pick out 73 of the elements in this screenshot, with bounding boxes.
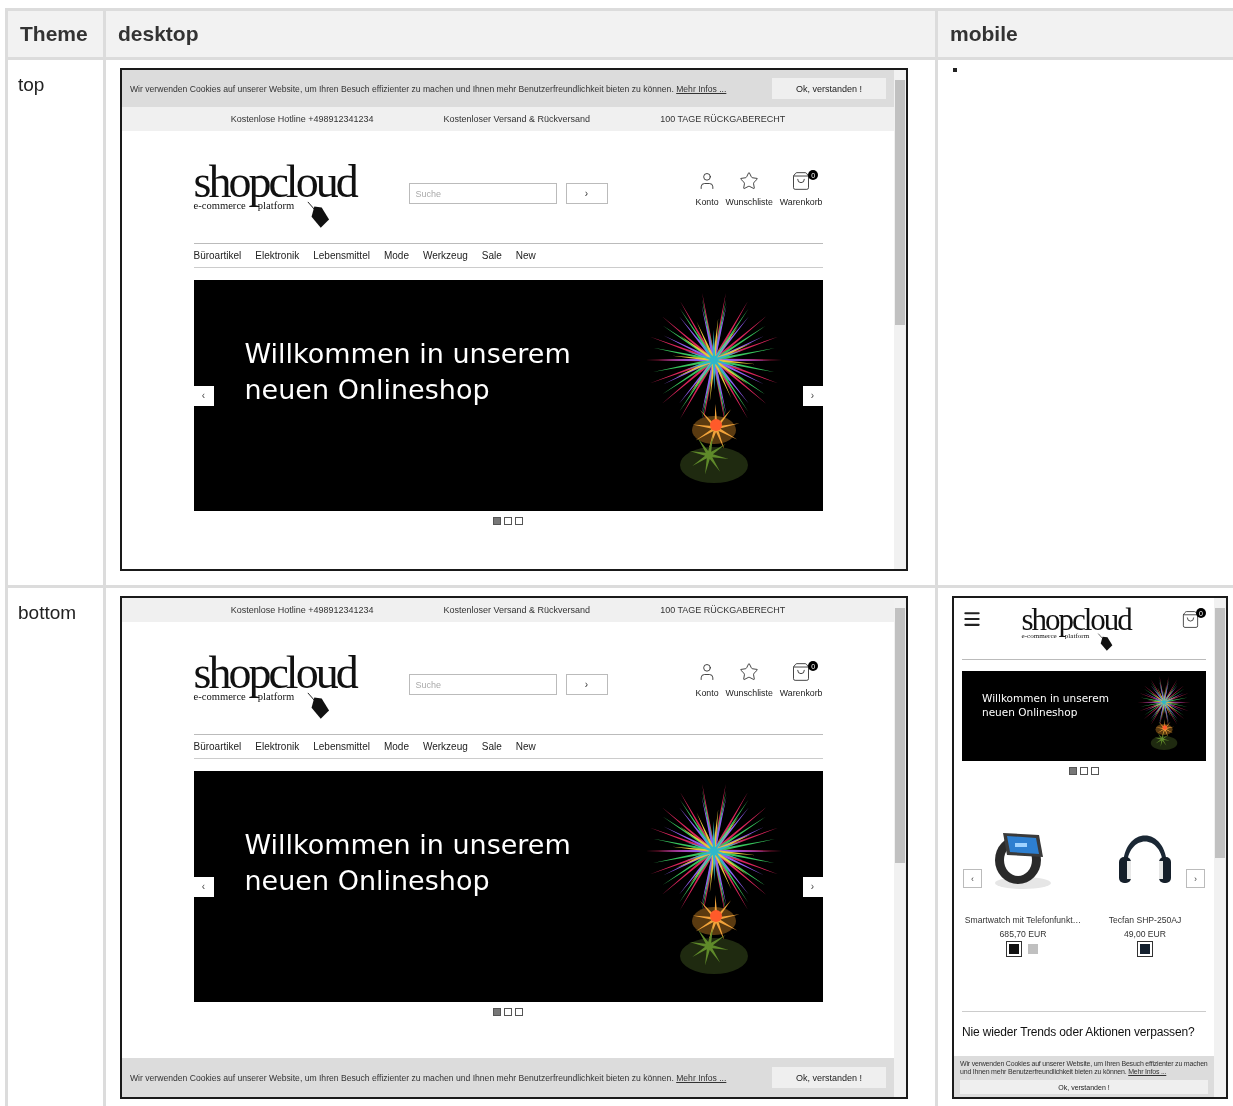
header-link[interactable]: Konto (695, 662, 719, 698)
newsletter-heading: Nie wieder Trends oder Aktionen verpassen? (962, 1025, 1195, 1039)
accept-cookies-button[interactable]: Ok, verstanden ! (772, 78, 886, 99)
cookie-notice-text: Wir verwenden Cookies auf unserer Website, um Ihren Besuch effizienter zu machen und Ihnen mehr Benutzerfreundlichkeit bieten zu können. Mehr Infos ... (130, 1072, 727, 1083)
shopping-bag-icon (791, 171, 812, 191)
color-swatch[interactable] (1006, 942, 1021, 956)
hero-headline: Willkommen in unserem (982, 692, 1109, 706)
nav-link[interactable]: Mode (383, 741, 409, 752)
search-button[interactable]: › (565, 674, 608, 695)
slide-indicator[interactable] (1091, 767, 1099, 775)
search-field[interactable]: Suche (408, 674, 557, 695)
info-text: 100 TAGE RÜCKGABERECHT (660, 605, 786, 615)
broken-image-icon (953, 68, 957, 72)
info-text: Kostenloser Versand & Rückversand (443, 605, 591, 615)
previous-slide-button[interactable]: ‹ (193, 385, 214, 406)
nav-link[interactable]: Lebensmittel (313, 741, 370, 752)
next-product-button[interactable]: › (1186, 869, 1205, 888)
previous-slide-button[interactable]: ‹ (193, 876, 214, 897)
header-link[interactable]: Wunschliste (725, 662, 773, 698)
search-button[interactable]: › (565, 183, 608, 204)
nav-link[interactable]: Werkzeug (422, 741, 468, 752)
hero-headline: neuen Onlineshop (244, 372, 490, 407)
nav-link[interactable]: Sale (481, 741, 502, 752)
column-header: desktop (106, 11, 935, 57)
hero-headline: neuen Onlineshop (244, 863, 490, 898)
scrollbar[interactable] (894, 70, 906, 569)
search-field[interactable]: Suche (408, 183, 557, 204)
star-icon (739, 662, 760, 682)
nav-link[interactable]: Büroartikel (193, 250, 242, 261)
nav-link[interactable]: Lebensmittel (313, 250, 370, 261)
more-info-link[interactable]: Mehr Infos ... (676, 83, 727, 94)
hero-headline: Willkommen in unserem (244, 828, 571, 862)
slide-indicator[interactable] (504, 517, 512, 525)
nav-link[interactable]: New (515, 741, 536, 752)
column-header: Theme (8, 11, 103, 57)
slide-indicator[interactable] (1080, 767, 1088, 775)
accept-cookies-button[interactable]: Ok, verstanden ! (772, 1067, 886, 1088)
column-header: mobile (938, 11, 1233, 57)
previous-product-button[interactable]: ‹ (963, 869, 982, 888)
product-name: Tecfan SHP-250AJ (1108, 915, 1182, 925)
row-label: bottom (18, 601, 77, 624)
cookie-notice-text: Wir verwenden Cookies auf unserer Website, um Ihren Besuch effizienter zu machen und Ihnen mehr Benutzerfreundlichkeit bieten zu können. Mehr Infos ... (130, 83, 727, 94)
nav-link[interactable]: Elektronik (255, 250, 300, 261)
nav-link[interactable]: Sale (481, 250, 502, 261)
nav-link[interactable]: New (515, 250, 536, 261)
star-icon (739, 171, 760, 191)
color-swatch[interactable] (1138, 942, 1152, 956)
nav-link[interactable]: Elektronik (255, 741, 300, 752)
shopping-bag-icon (791, 662, 812, 682)
info-text: Kostenlose Hotline +498912341234 (230, 605, 374, 615)
scrollbar[interactable] (894, 598, 906, 1097)
info-text: Kostenloser Versand & Rückversand (443, 114, 591, 124)
more-info-link[interactable]: Mehr Infos ... (676, 1072, 727, 1083)
slide-indicator[interactable] (504, 1008, 512, 1016)
product-price: 685,70 EUR (999, 929, 1047, 939)
color-swatch[interactable] (1025, 942, 1040, 956)
scrollbar[interactable] (1214, 598, 1226, 1097)
product-price: 49,00 EUR (1123, 929, 1166, 939)
info-text: Kostenlose Hotline +498912341234 (230, 114, 374, 124)
hero-headline: Willkommen in unserem (244, 337, 571, 371)
nav-link[interactable]: Werkzeug (422, 250, 468, 261)
nav-link[interactable]: Mode (383, 250, 409, 261)
header-link[interactable]: Wunschliste (725, 171, 773, 207)
product-name: Smartwatch mit Telefonfunkt… (964, 915, 1082, 925)
menu-icon[interactable] (962, 609, 982, 629)
shopping-bag-icon (1181, 610, 1200, 629)
info-text: 100 TAGE RÜCKGABERECHT (660, 114, 786, 124)
slide-indicator[interactable] (515, 517, 523, 525)
hero-headline: neuen Onlineshop (982, 705, 1078, 720)
row-label: top (18, 73, 45, 96)
slide-indicator[interactable] (515, 1008, 523, 1016)
header-link[interactable]: Konto (695, 171, 719, 207)
nav-link[interactable]: Büroartikel (193, 741, 242, 752)
